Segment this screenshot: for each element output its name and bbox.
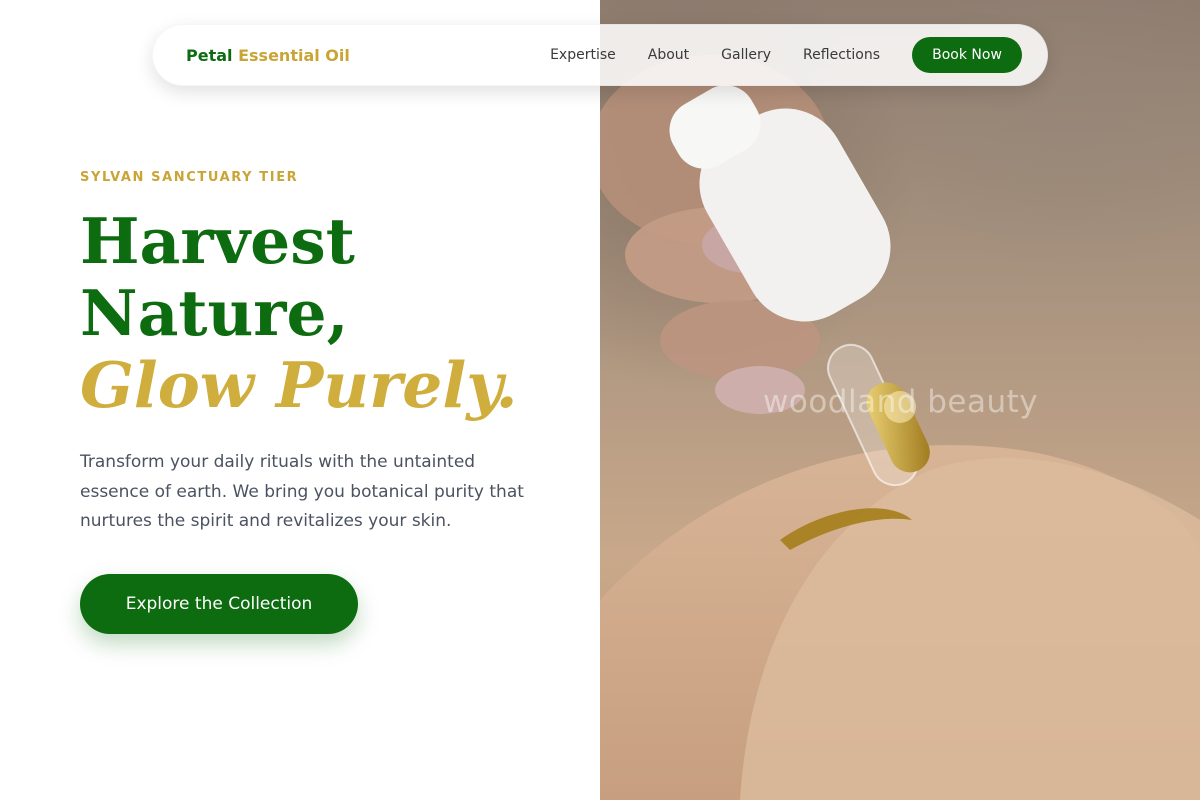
nav-link-reflections[interactable]: Reflections [803, 47, 880, 63]
hero-headline: Harvest Nature, Glow Purely. [80, 205, 518, 421]
nav-link-gallery[interactable]: Gallery [721, 47, 771, 63]
headline-accent: Glow Purely. [80, 348, 518, 422]
headline-line-2: Nature, [80, 276, 349, 350]
headline-line-1: Harvest [80, 204, 355, 278]
navbar: Petal Essential Oil Expertise About Gall… [152, 24, 1048, 86]
hero-image: woodland beauty [600, 0, 1200, 800]
brand-name-secondary: Essential Oil [238, 45, 350, 65]
hero-eyebrow: SYLVAN SANCTUARY TIER [80, 170, 299, 185]
brand-name-primary: Petal [186, 45, 233, 65]
nav-links: Expertise About Gallery Reflections Book… [550, 37, 1022, 73]
explore-collection-button[interactable]: Explore the Collection [80, 574, 358, 634]
nav-link-about[interactable]: About [648, 47, 689, 63]
image-watermark: woodland beauty [763, 384, 1039, 420]
brand-logo[interactable]: Petal Essential Oil [186, 46, 350, 65]
nav-link-expertise[interactable]: Expertise [550, 47, 616, 63]
book-now-button[interactable]: Book Now [912, 37, 1022, 73]
hero-description: Transform your daily rituals with the un… [80, 452, 524, 531]
